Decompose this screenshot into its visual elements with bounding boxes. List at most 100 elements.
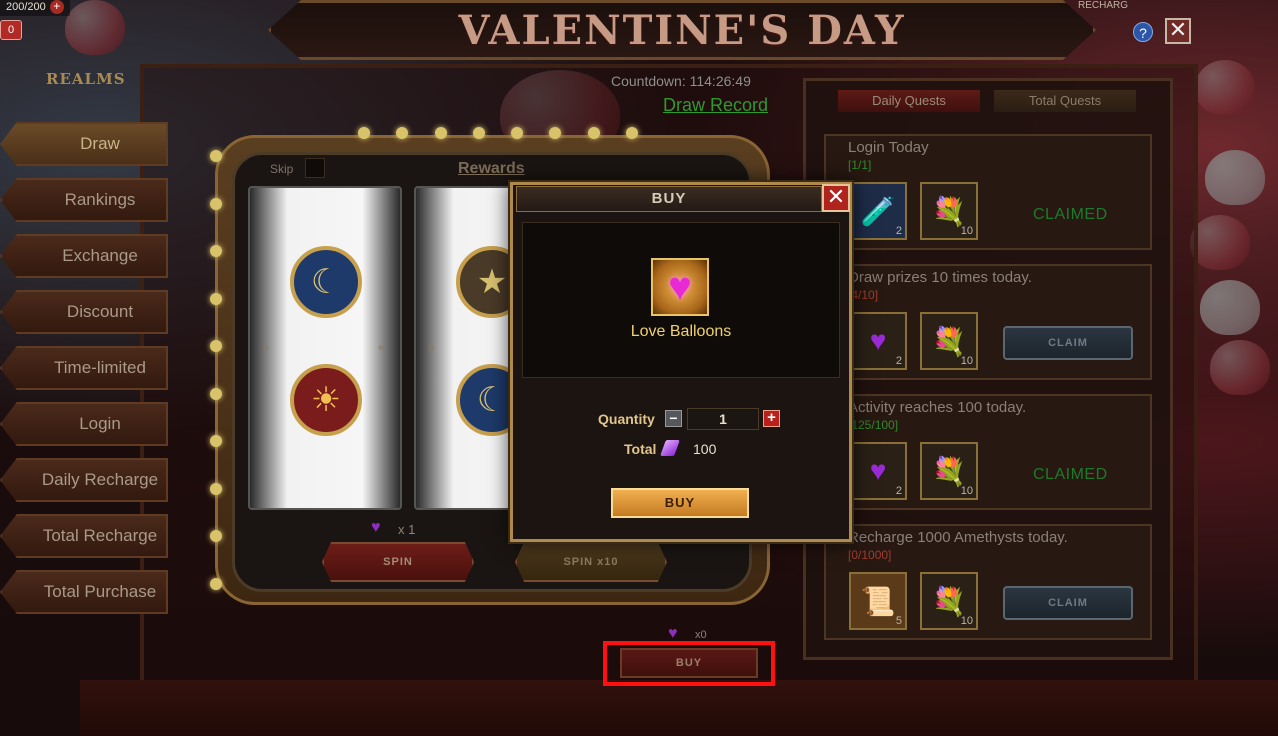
quest-progress: [125/100] (848, 418, 899, 432)
item-count: 2 (895, 355, 902, 367)
roses-icon[interactable]: 💐 10 (920, 182, 978, 240)
heart-icon: ♥ (371, 519, 381, 536)
highlight-box (603, 641, 775, 686)
quest-title: Login Today (848, 139, 929, 156)
item-count: 5 (895, 615, 902, 627)
modal-title: BUY (516, 186, 822, 212)
tab-total-quests[interactable]: Total Quests (994, 90, 1136, 112)
roses-icon[interactable]: 💐 10 (920, 312, 978, 370)
claim-button[interactable]: CLAIM (1003, 586, 1133, 620)
pink-heart-icon: ♥ (668, 265, 692, 309)
light-bulb (587, 127, 600, 139)
reel-arrow-icon: » (262, 340, 269, 354)
sidebar-item-exchange[interactable]: Exchange (0, 234, 168, 278)
claimed-status: CLAIMED (1033, 206, 1108, 223)
spin-x10-button[interactable]: SPIN x10 (515, 542, 667, 582)
sidebar-item-total-recharge[interactable]: Total Recharge (0, 514, 168, 558)
countdown-timer: Countdown: 114:26:49 (611, 73, 751, 89)
sidebar-item-label: Total Purchase (43, 582, 157, 601)
sun-icon: ☀ (290, 364, 362, 436)
modal-buy-button[interactable]: BUY (611, 488, 749, 518)
light-bulb (210, 292, 222, 305)
reel-arrow-icon: » (428, 340, 435, 354)
sidebar-item-draw[interactable]: Draw (0, 122, 168, 166)
light-bulb (396, 127, 409, 139)
claimed-status: CLAIMED (1033, 466, 1108, 483)
item-count: 2 (895, 485, 902, 497)
slot-side-lights (210, 150, 222, 590)
sidebar-item-label: Draw (80, 134, 120, 153)
quantity-decrease-button[interactable]: − (665, 410, 682, 427)
light-bulb (511, 127, 524, 139)
sidebar-item-label: Daily Recharge (41, 470, 159, 489)
love-balloon-item: ♥ (651, 258, 709, 316)
light-bulb (210, 197, 222, 210)
balloon-count: x0 (695, 629, 707, 641)
item-count: 10 (960, 355, 973, 367)
quantity-increase-button[interactable]: + (763, 410, 780, 427)
roses-icon[interactable]: 💐 10 (920, 442, 978, 500)
light-bulb (210, 577, 222, 590)
realms-label: REALMS (46, 70, 126, 88)
draw-record-link[interactable]: Draw Record (663, 95, 768, 116)
light-bulb (210, 245, 222, 258)
skip-checkbox[interactable] (305, 158, 325, 178)
slot-lights (358, 127, 638, 139)
sidebar-item-label: Total Recharge (42, 526, 158, 545)
light-bulb (210, 387, 222, 400)
scroll-card-icon[interactable]: 📜 5 (849, 572, 907, 630)
sidebar-item-label: Time-limited (54, 358, 146, 377)
quantity-input[interactable]: 1 (687, 408, 759, 430)
quest-progress: [4/10] (848, 288, 879, 302)
sidebar-item-time-limited[interactable]: Time-limited (0, 346, 168, 390)
item-count: 10 (960, 225, 973, 237)
light-bulb (210, 530, 222, 543)
modal-close-button[interactable]: ✕ (822, 184, 850, 212)
light-bulb (472, 127, 485, 139)
stamina-counter: 200/200 + (0, 0, 70, 16)
light-bulb (210, 340, 222, 353)
quest-progress: [1/1] (848, 158, 872, 172)
quest-title: Activity reaches 100 today. (848, 399, 1027, 416)
sidebar-item-daily-recharge[interactable]: Daily Recharge (0, 458, 168, 502)
tab-daily-quests[interactable]: Daily Quests (838, 90, 980, 112)
quest-title: Draw prizes 10 times today. (848, 269, 1032, 286)
light-bulb (358, 127, 370, 139)
item-count: 10 (960, 485, 973, 497)
item-name: Love Balloons (630, 323, 732, 340)
stamina-value: 200/200 (6, 1, 46, 13)
quest-progress: [0/1000] (848, 548, 892, 562)
light-bulb (434, 127, 447, 139)
purple-heart-icon[interactable]: ♥ 2 (849, 312, 907, 370)
light-bulb (210, 482, 222, 495)
spin-button[interactable]: SPIN (322, 542, 474, 582)
sidebar-item-rankings[interactable]: Rankings (0, 178, 168, 222)
purple-heart-icon[interactable]: ♥ 2 (849, 442, 907, 500)
potion-icon[interactable]: 🧪 2 (849, 182, 907, 240)
item-count: 2 (895, 225, 902, 237)
help-button[interactable]: ? (1133, 22, 1153, 42)
roses-icon[interactable]: 💐 10 (920, 572, 978, 630)
sidebar-item-login[interactable]: Login (0, 402, 168, 446)
red-badge[interactable]: 0 (0, 20, 22, 40)
quantity-label: Quantity (598, 411, 655, 427)
total-value: 100 (693, 441, 717, 457)
recharge-label[interactable]: RECHARG (1078, 0, 1128, 11)
event-title-banner: VALENTINE'S DAY (268, 0, 1096, 60)
claim-button[interactable]: CLAIM (1003, 326, 1133, 360)
event-title: VALENTINE'S DAY (458, 6, 906, 54)
reel-arrow-icon: « (378, 340, 385, 354)
sidebar-item-discount[interactable]: Discount (0, 290, 168, 334)
light-bulb (210, 150, 222, 162)
close-event-button[interactable]: ✕ (1165, 18, 1191, 44)
add-stamina-button[interactable]: + (49, 0, 64, 14)
sidebar-item-label: Exchange (62, 246, 138, 265)
sidebar-item-label: Login (79, 414, 121, 433)
quest-title: Recharge 1000 Amethysts today. (848, 529, 1068, 546)
item-count: 10 (960, 615, 973, 627)
sidebar-item-label: Rankings (64, 190, 136, 209)
rewards-link[interactable]: Rewards (458, 160, 525, 178)
moon-icon: ☾ (290, 246, 362, 318)
light-bulb (210, 435, 222, 448)
sidebar-item-total-purchase[interactable]: Total Purchase (0, 570, 168, 614)
